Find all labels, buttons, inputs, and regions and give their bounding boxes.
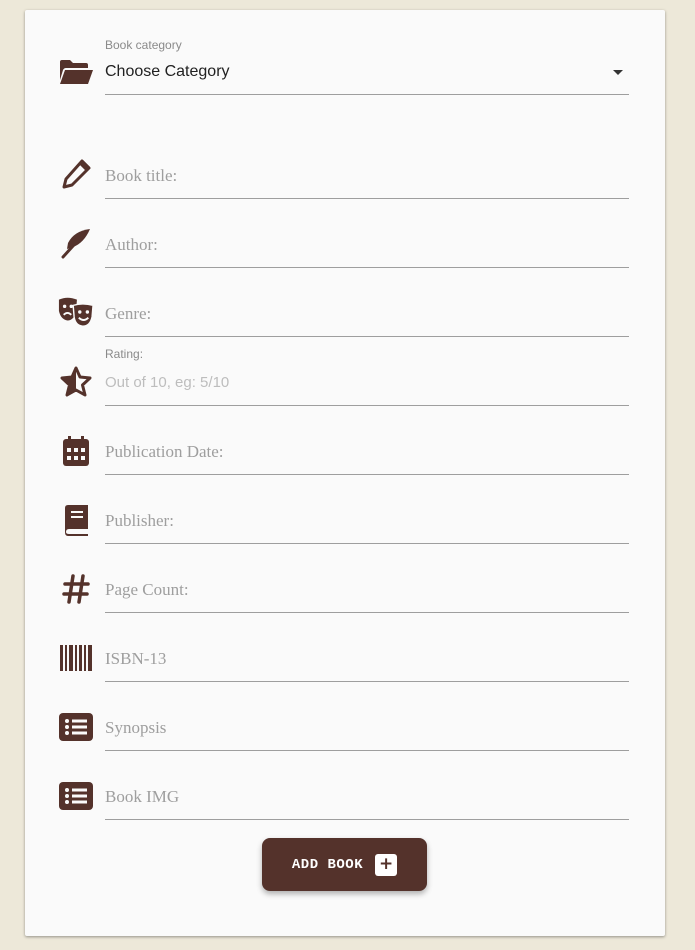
author-placeholder: Author:	[105, 235, 158, 254]
rating-input[interactable]: Out of 10, eg: 5/10	[105, 368, 629, 406]
add-book-form-card: Book category Choose Category Book title…	[25, 10, 665, 936]
genre-input[interactable]: Genre:	[105, 298, 629, 337]
category-selected-value: Choose Category	[105, 63, 230, 80]
list-icon	[58, 778, 94, 814]
plus-square-icon: +	[375, 853, 398, 876]
folder-open-icon	[58, 54, 94, 90]
chevron-down-icon[interactable]	[613, 70, 623, 75]
star-half-icon	[58, 364, 94, 400]
genre-placeholder: Genre:	[105, 304, 152, 323]
list-icon	[58, 709, 94, 745]
calendar-icon	[58, 433, 94, 469]
book-img-input[interactable]: Book IMG	[105, 781, 629, 820]
category-label: Book category	[105, 38, 182, 52]
author-input[interactable]: Author:	[105, 229, 629, 268]
book-img-placeholder: Book IMG	[105, 787, 180, 806]
synopsis-placeholder: Synopsis	[105, 718, 167, 737]
publisher-input[interactable]: Publisher:	[105, 505, 629, 544]
pencil-icon	[58, 156, 94, 192]
rating-placeholder: Out of 10, eg: 5/10	[105, 374, 230, 391]
publication-date-placeholder: Publication Date:	[105, 442, 224, 461]
page-count-placeholder: Page Count:	[105, 580, 189, 599]
book-title-placeholder: Book title:	[105, 166, 178, 185]
theater-masks-icon	[58, 294, 94, 330]
feather-icon	[58, 225, 94, 261]
publisher-placeholder: Publisher:	[105, 511, 174, 530]
publication-date-input[interactable]: Publication Date:	[105, 436, 629, 475]
book-title-input[interactable]: Book title:	[105, 160, 629, 199]
add-book-button[interactable]: ADD BOOK +	[262, 838, 427, 891]
rating-label: Rating:	[105, 347, 144, 361]
barcode-icon	[58, 640, 94, 676]
page-count-input[interactable]: Page Count:	[105, 574, 629, 613]
isbn-input[interactable]: ISBN-13	[105, 643, 629, 682]
hashtag-icon	[58, 571, 94, 607]
synopsis-input[interactable]: Synopsis	[105, 712, 629, 751]
isbn-placeholder: ISBN-13	[105, 649, 167, 668]
book-icon	[58, 502, 94, 538]
add-book-button-label: ADD BOOK	[291, 856, 364, 873]
